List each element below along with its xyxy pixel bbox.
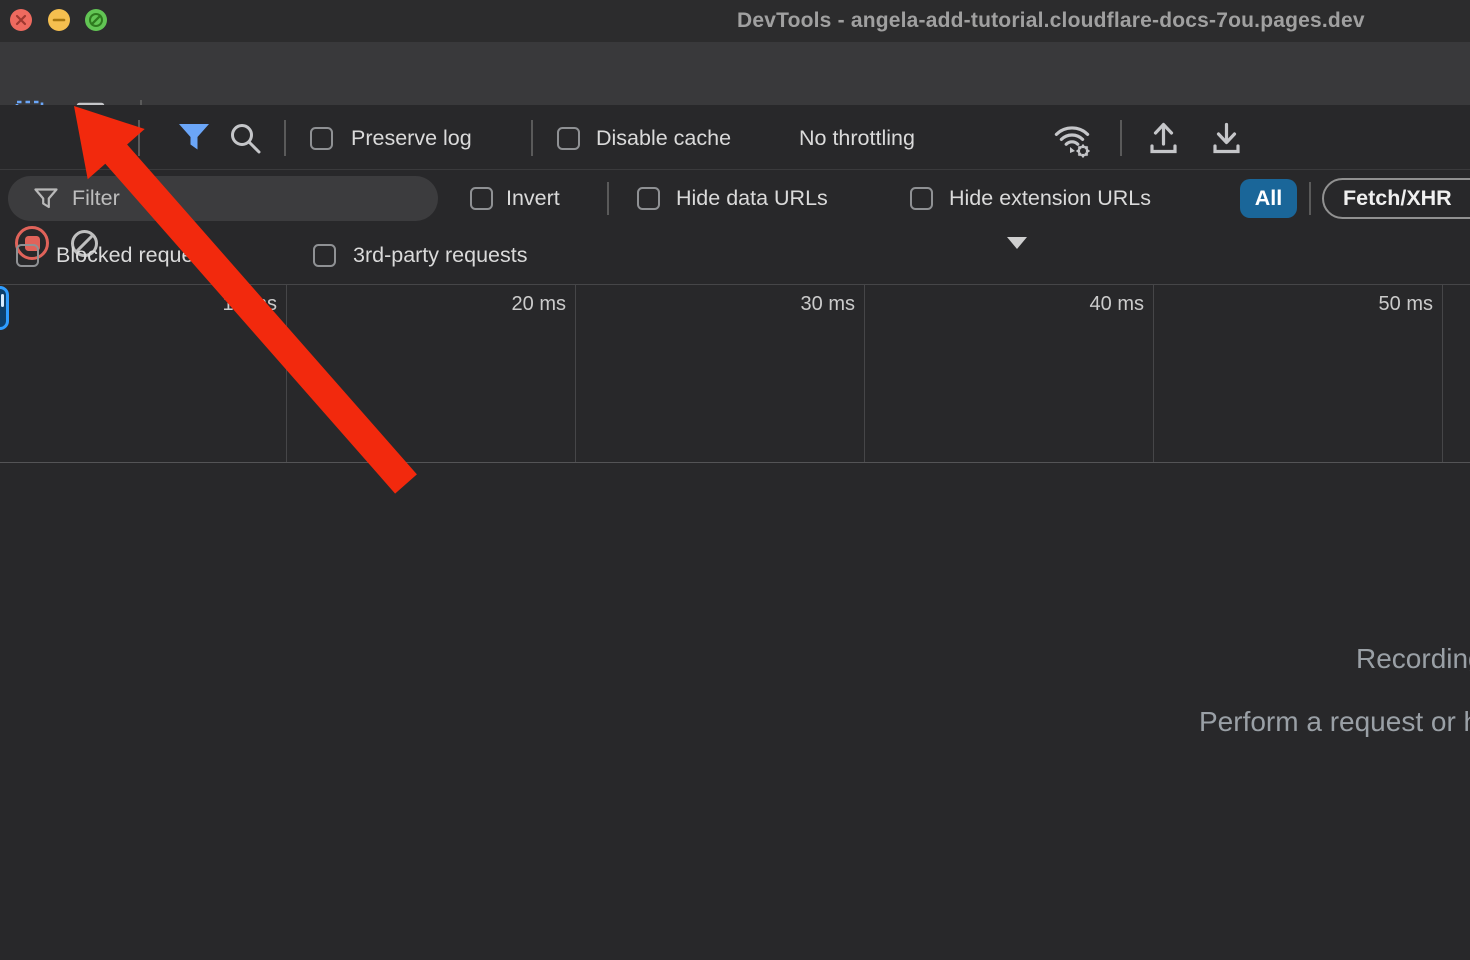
toolbar-divider [531, 120, 533, 156]
timeline-edge-badge [0, 286, 9, 330]
third-party-requests-checkbox[interactable] [313, 244, 336, 267]
window-titlebar: DevTools - angela-add-tutorial.cloudflar… [0, 0, 1470, 42]
minimize-icon[interactable] [48, 9, 70, 31]
throttling-select[interactable]: No throttling [799, 126, 915, 151]
search-icon[interactable] [229, 122, 263, 161]
filter-toggle-icon[interactable] [178, 123, 210, 158]
invert-checkbox[interactable] [470, 187, 493, 210]
toolbar-divider [138, 120, 140, 156]
hide-data-urls-label[interactable]: Hide data URLs [676, 186, 828, 211]
hide-extension-urls-checkbox[interactable] [910, 187, 933, 210]
timeline-tick[interactable]: 40 ms [865, 285, 1154, 462]
record-hint-text: Perform a request or hit ⌘ R to record t… [1199, 705, 1470, 738]
request-type-filter-all[interactable]: All [1240, 179, 1297, 218]
export-har-icon[interactable] [1209, 120, 1245, 161]
timeline-tick[interactable]: 10 ms [0, 285, 287, 462]
filter-row-divider [607, 182, 609, 215]
timeline-tick[interactable]: 20 ms [287, 285, 576, 462]
filter-row-divider [1309, 182, 1311, 215]
network-conditions-icon[interactable] [1052, 118, 1100, 165]
filter-input[interactable] [8, 176, 438, 221]
recording-status-text: Recording network activity… [1356, 643, 1470, 675]
toolbar-divider [284, 120, 286, 156]
blocked-requests-label[interactable]: Blocked requests [56, 243, 221, 268]
request-type-filter-fetch-xhr[interactable]: Fetch/XHR [1322, 178, 1470, 219]
close-icon[interactable] [10, 9, 32, 31]
devtools-tabbar: Console Network Sources Performance Memo… [0, 42, 1470, 105]
network-toolbar: Preserve log Disable cache No throttling [0, 105, 1470, 170]
hide-data-urls-checkbox[interactable] [637, 187, 660, 210]
disable-cache-label[interactable]: Disable cache [596, 126, 731, 151]
fullscreen-icon[interactable] [85, 9, 107, 31]
timeline-tick[interactable]: 50 ms [1154, 285, 1443, 462]
network-overview-timeline[interactable]: 10 ms 20 ms 30 ms 40 ms 50 ms [0, 284, 1470, 463]
preserve-log-checkbox[interactable] [310, 127, 333, 150]
filter-input-funnel-icon [34, 188, 58, 215]
toolbar-divider [1120, 120, 1122, 156]
hide-extension-urls-label[interactable]: Hide extension URLs [949, 186, 1151, 211]
third-party-requests-label[interactable]: 3rd-party requests [353, 243, 527, 268]
import-har-icon[interactable] [1146, 120, 1182, 161]
chevron-down-icon[interactable] [1007, 237, 1027, 249]
blocked-requests-checkbox[interactable] [16, 244, 39, 267]
preserve-log-label[interactable]: Preserve log [351, 126, 472, 151]
disable-cache-checkbox[interactable] [557, 127, 580, 150]
invert-label[interactable]: Invert [506, 186, 560, 211]
window-title: DevTools - angela-add-tutorial.cloudflar… [737, 9, 1365, 33]
timeline-tick[interactable]: 30 ms [576, 285, 865, 462]
